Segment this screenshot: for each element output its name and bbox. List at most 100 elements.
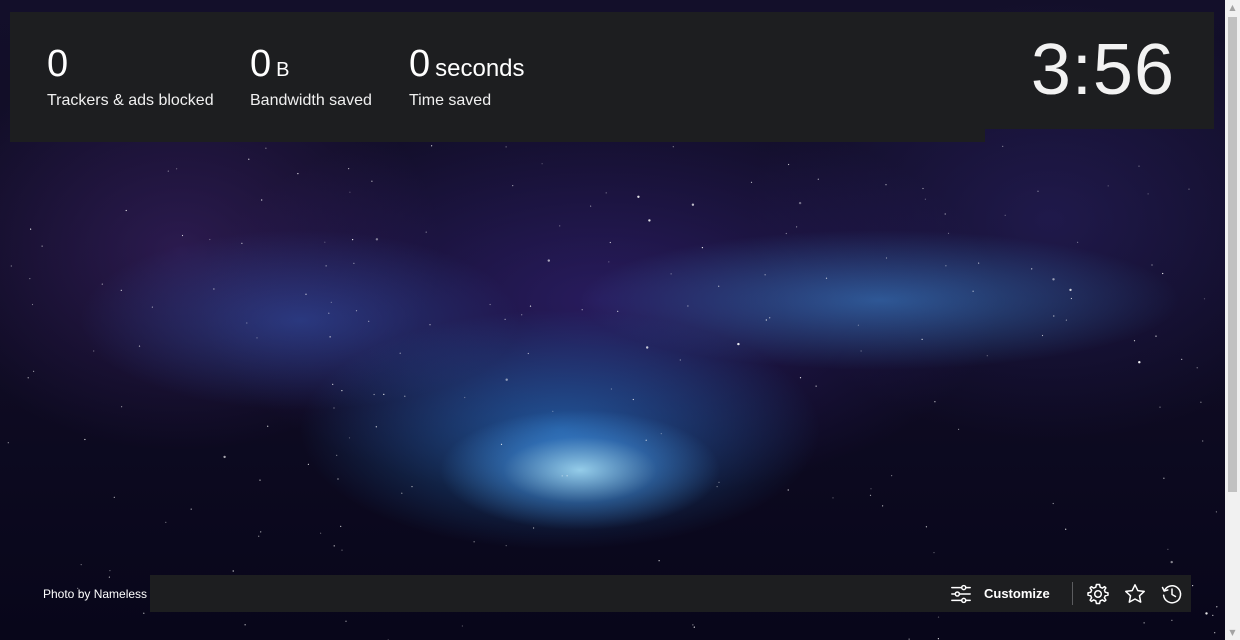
star <box>505 146 507 148</box>
star <box>944 213 946 215</box>
star <box>7 442 9 444</box>
star <box>637 195 640 198</box>
gear-icon[interactable] <box>1086 582 1110 606</box>
stats-panel: 0 Trackers & ads blocked 0B Bandwidth sa… <box>10 12 985 142</box>
star <box>815 385 817 387</box>
star <box>512 185 514 187</box>
star <box>305 293 307 295</box>
star <box>1143 622 1145 624</box>
star <box>109 570 111 572</box>
star <box>658 560 660 562</box>
star <box>341 549 343 551</box>
star <box>190 508 192 510</box>
star <box>832 497 834 499</box>
star <box>329 336 331 338</box>
star <box>1155 335 1157 337</box>
new-tab-page: 0 Trackers & ads blocked 0B Bandwidth sa… <box>0 0 1240 640</box>
star <box>1200 401 1202 403</box>
star <box>1170 560 1173 564</box>
star <box>924 198 927 200</box>
star <box>340 525 342 528</box>
star <box>1162 272 1164 275</box>
star <box>401 492 403 494</box>
star <box>798 201 802 205</box>
scroll-down-arrow-icon[interactable]: ▼ <box>1225 625 1240 640</box>
star <box>244 624 246 626</box>
star <box>176 168 178 170</box>
star <box>765 319 767 321</box>
star <box>1188 188 1190 190</box>
star <box>1214 632 1216 634</box>
star <box>885 184 887 186</box>
star <box>679 359 681 361</box>
star <box>561 475 563 477</box>
star <box>610 388 613 390</box>
time-saved-label: Time saved <box>409 92 492 109</box>
star <box>716 486 718 488</box>
star <box>521 314 523 316</box>
star <box>248 158 250 160</box>
scrollbar-thumb[interactable] <box>1228 17 1237 492</box>
star <box>125 209 127 212</box>
star <box>258 535 260 537</box>
star <box>1216 606 1218 608</box>
scroll-up-arrow-icon[interactable]: ▲ <box>1225 0 1240 15</box>
star <box>181 234 184 237</box>
star <box>552 410 554 412</box>
star <box>297 173 299 175</box>
star <box>1077 241 1079 243</box>
bottom-toolbar: Customize <box>150 575 1191 612</box>
star <box>1205 612 1208 615</box>
star <box>670 273 672 275</box>
star <box>787 489 789 491</box>
star <box>328 312 330 314</box>
time-saved-unit: seconds <box>435 55 525 82</box>
star <box>632 398 634 401</box>
star <box>533 527 535 529</box>
star <box>167 170 169 172</box>
star <box>151 306 153 308</box>
star <box>1065 319 1067 321</box>
star <box>1151 264 1153 266</box>
star <box>934 401 936 403</box>
star <box>1138 361 1141 364</box>
star-icon[interactable] <box>1123 582 1147 606</box>
star <box>259 479 261 481</box>
photo-credit[interactable]: Photo by Nameless <box>43 587 147 601</box>
star <box>958 428 960 430</box>
star <box>529 305 532 307</box>
star <box>404 395 406 397</box>
star <box>788 163 790 166</box>
star <box>10 265 12 267</box>
star <box>527 352 529 355</box>
star <box>764 274 766 276</box>
star <box>609 241 611 244</box>
star <box>348 437 351 439</box>
star <box>429 324 431 326</box>
star <box>1002 145 1004 147</box>
star <box>31 303 34 306</box>
stat-time-saved: 0 seconds Time saved <box>409 42 525 110</box>
star <box>341 390 343 392</box>
star <box>307 463 309 465</box>
star <box>333 545 335 547</box>
star <box>461 625 463 627</box>
star <box>933 552 935 554</box>
star <box>143 612 145 614</box>
star <box>566 475 568 477</box>
star <box>937 616 940 618</box>
stat-trackers-blocked: 0 Trackers & ads blocked <box>47 42 214 110</box>
page-scrollbar[interactable]: ▲ ▼ <box>1225 0 1240 640</box>
star <box>769 317 771 319</box>
star <box>232 570 234 572</box>
star <box>265 147 267 149</box>
star <box>559 225 561 227</box>
star <box>645 439 647 441</box>
star <box>978 262 980 264</box>
star <box>590 205 592 207</box>
star <box>368 320 370 322</box>
star <box>891 475 893 477</box>
star <box>325 265 327 267</box>
customize-button[interactable]: Customize <box>950 581 1050 606</box>
history-icon[interactable] <box>1160 582 1184 606</box>
